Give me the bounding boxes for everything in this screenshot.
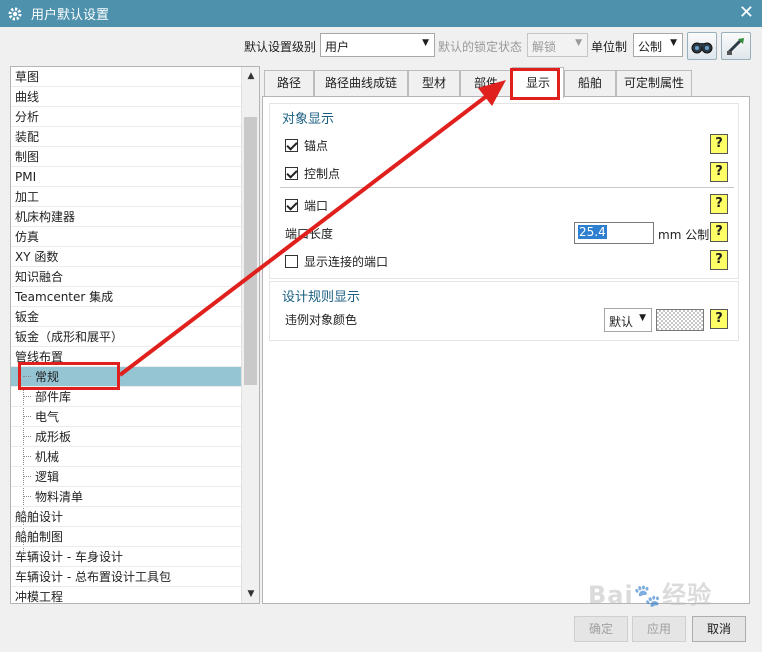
- annotation-arrow: [118, 80, 506, 377]
